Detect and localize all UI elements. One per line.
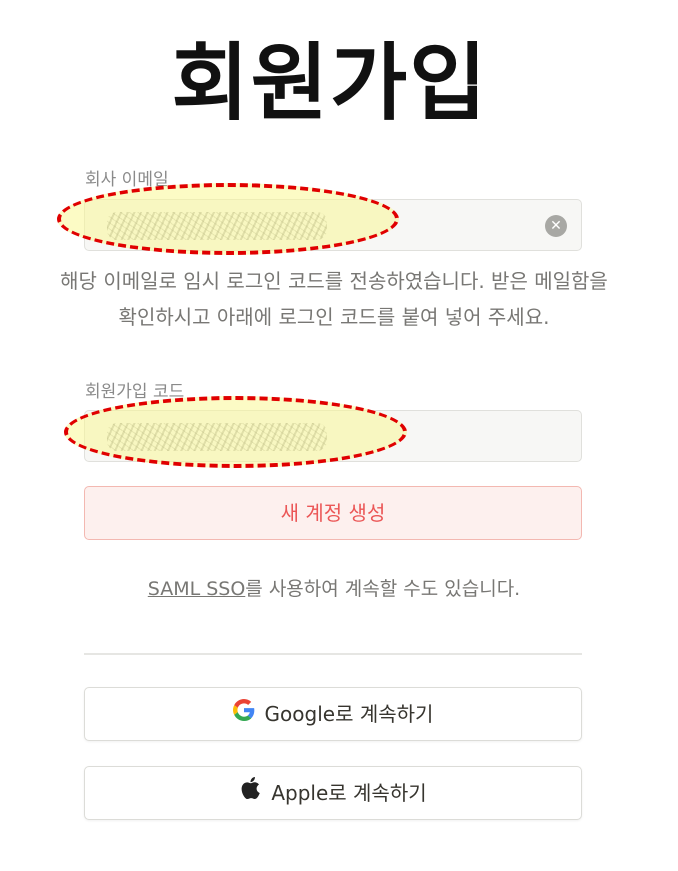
google-icon	[232, 688, 255, 740]
signup-code-input[interactable]	[84, 410, 582, 462]
page-title: 회원가입	[171, 34, 489, 132]
apple-button-label: Apple로 계속하기	[271, 781, 427, 805]
clear-circle-icon[interactable]: ✕	[545, 215, 567, 237]
apple-continue-button[interactable]: Apple로 계속하기	[84, 766, 582, 820]
google-button-label: Google로 계속하기	[264, 702, 434, 726]
apple-icon	[239, 767, 261, 819]
signup-code-label: 회원가입 코드	[85, 382, 185, 402]
email-input[interactable]: ✕	[84, 199, 582, 251]
sso-suffix: 를 사용하여 계속할 수도 있습니다.	[245, 578, 521, 600]
saml-sso-link[interactable]: SAML SSO	[148, 578, 246, 600]
redacted-code	[107, 423, 327, 451]
divider	[84, 653, 582, 655]
code-sent-notice: 해당 이메일로 임시 로그인 코드를 전송하였습니다. 받은 메일함을 확인하시…	[60, 269, 608, 329]
sso-line: SAML SSO를 사용하여 계속할 수도 있습니다.	[0, 574, 668, 601]
email-label: 회사 이메일	[85, 170, 169, 190]
create-account-button[interactable]: 새 계정 생성	[84, 486, 582, 540]
google-continue-button[interactable]: Google로 계속하기	[84, 687, 582, 741]
redacted-email	[107, 212, 327, 240]
